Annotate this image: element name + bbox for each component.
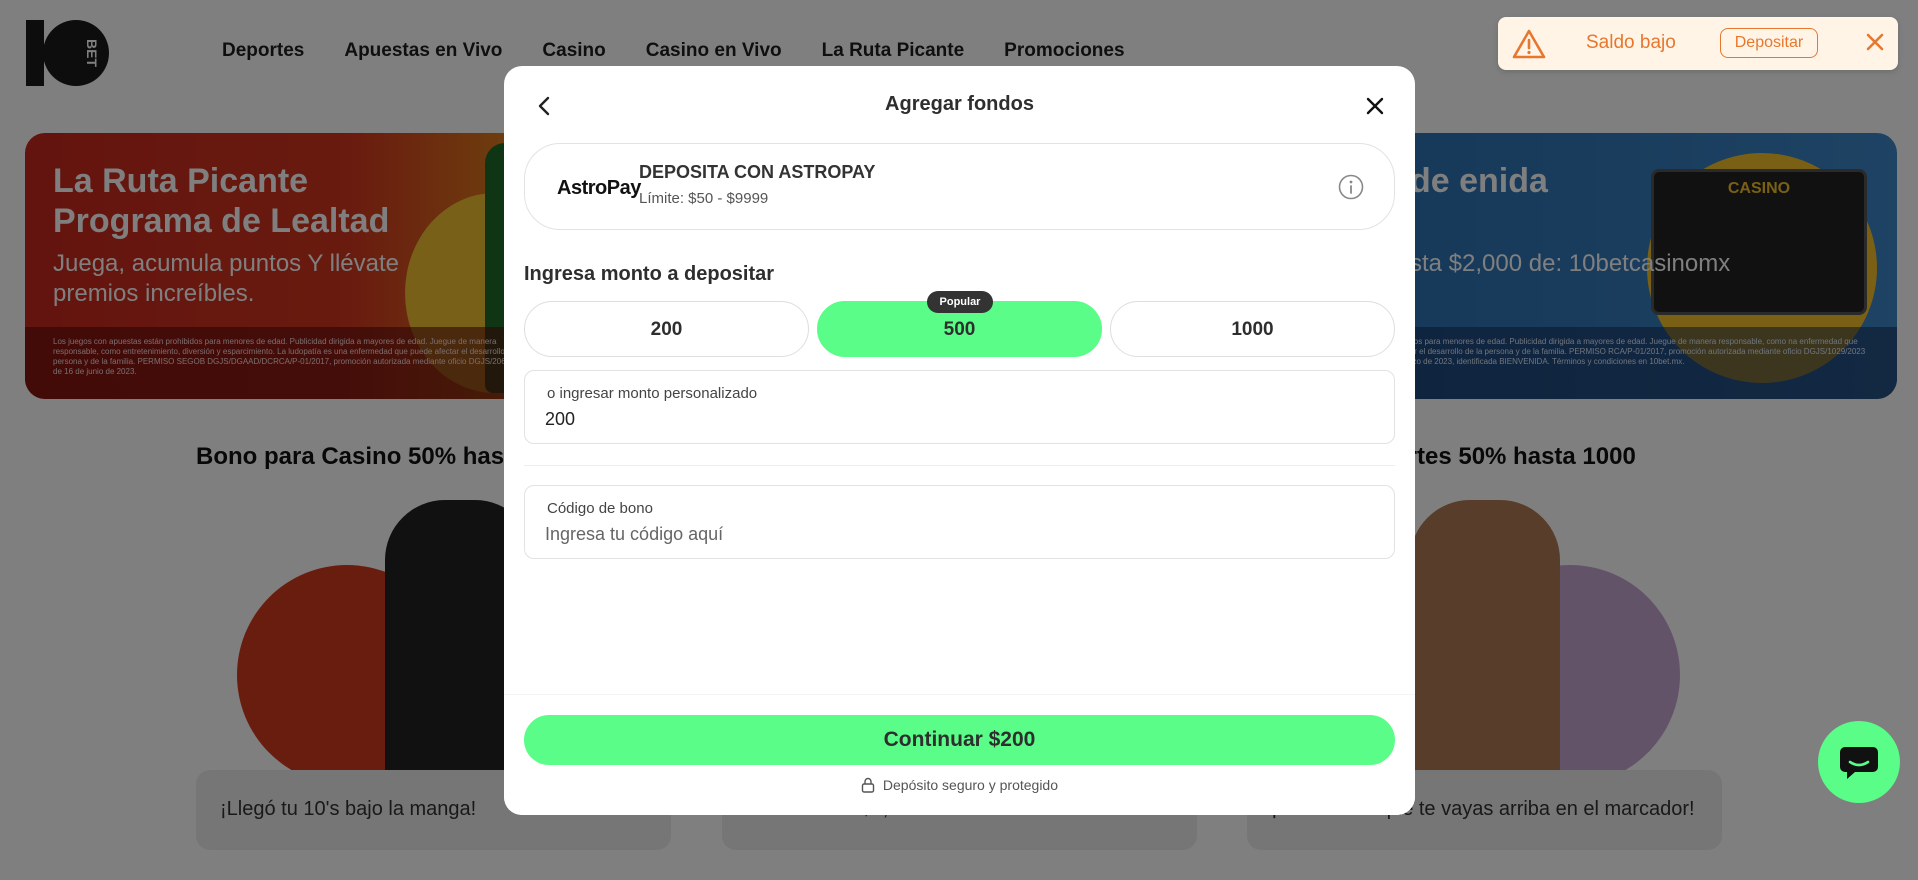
close-icon	[1366, 97, 1384, 115]
chat-button[interactable]	[1818, 721, 1900, 803]
continue-button[interactable]: Continuar $200	[524, 715, 1395, 765]
info-icon[interactable]	[1338, 174, 1364, 200]
payment-method-name: DEPOSITA CON ASTROPAY	[639, 162, 876, 182]
deposit-button[interactable]: Depositar	[1720, 28, 1818, 58]
payment-method-card[interactable]: AstroPay DEPOSITA CON ASTROPAY Límite: $…	[524, 143, 1395, 230]
chat-icon	[1840, 747, 1878, 779]
payment-limit: Límite: $50 - $9999	[639, 190, 769, 207]
modal-footer: Continuar $200 Depósito seguro y protegi…	[504, 694, 1415, 815]
amount-option-200[interactable]: 200	[524, 301, 809, 357]
custom-amount-field[interactable]: o ingresar monto personalizado	[524, 370, 1395, 444]
secure-text: Depósito seguro y protegido	[882, 777, 1058, 793]
amount-label: Ingresa monto a depositar	[524, 263, 775, 285]
lock-icon	[861, 777, 875, 793]
custom-amount-label: o ingresar monto personalizado	[547, 385, 758, 402]
toast-message: Saldo bajo	[1586, 32, 1676, 53]
astropay-logo: AstroPay	[557, 177, 641, 199]
bonus-code-input[interactable]	[545, 524, 1365, 545]
low-balance-toast: Saldo bajo Depositar	[1498, 17, 1898, 70]
modal-title: Agregar fondos	[885, 93, 1034, 115]
modal-close-button[interactable]	[1357, 88, 1393, 124]
custom-amount-input[interactable]	[545, 409, 1365, 430]
close-icon[interactable]	[1864, 31, 1886, 53]
secure-note: Depósito seguro y protegido	[504, 777, 1415, 793]
warning-icon	[1512, 29, 1546, 59]
bonus-code-field[interactable]: Código de bono	[524, 485, 1395, 559]
popular-badge: Popular	[927, 291, 993, 313]
bonus-code-label: Código de bono	[547, 500, 653, 517]
divider	[524, 465, 1395, 466]
add-funds-modal: Agregar fondos AstroPay DEPOSITA CON AST…	[504, 66, 1415, 815]
amount-option-1000[interactable]: 1000	[1110, 301, 1395, 357]
